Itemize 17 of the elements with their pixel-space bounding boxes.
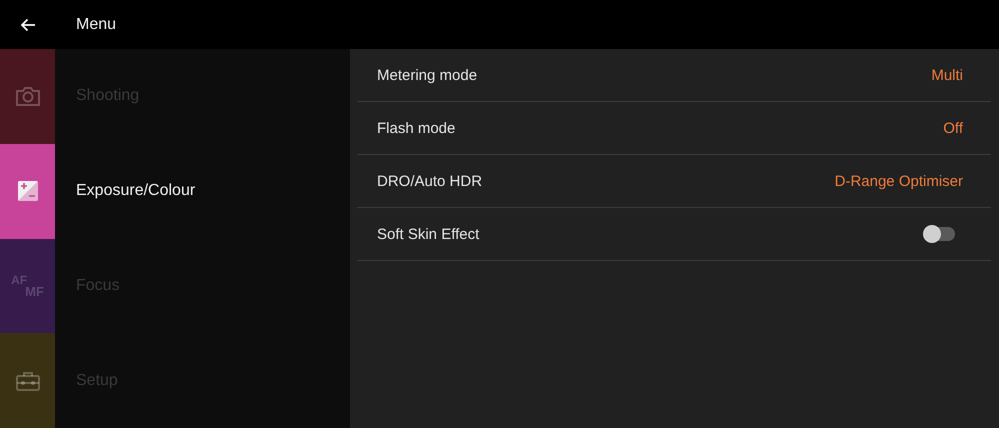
setting-label[interactable]: DRO/Auto HDR [377, 172, 482, 190]
category-tab[interactable] [0, 144, 55, 238]
setting-value[interactable]: Off [943, 120, 963, 136]
setting-label[interactable]: Flash mode [377, 120, 456, 136]
camera-icon [14, 85, 40, 108]
setting-label[interactable]: Soft Skin Effect [377, 226, 480, 242]
setting-value[interactable]: Multi [931, 66, 963, 84]
setting-label[interactable]: Metering mode [377, 66, 478, 84]
category-label[interactable]: Exposure/Colour [76, 182, 196, 200]
toggle-switch[interactable] [925, 227, 955, 241]
back-arrow-icon [20, 18, 36, 32]
setting-value[interactable]: D-Range Optimiser [834, 172, 963, 190]
category-tab[interactable] [0, 333, 55, 428]
category-tab[interactable] [0, 49, 55, 144]
menu-title: Menu [76, 16, 116, 34]
exposure-icon [16, 180, 38, 202]
toolbox-icon [14, 370, 40, 392]
